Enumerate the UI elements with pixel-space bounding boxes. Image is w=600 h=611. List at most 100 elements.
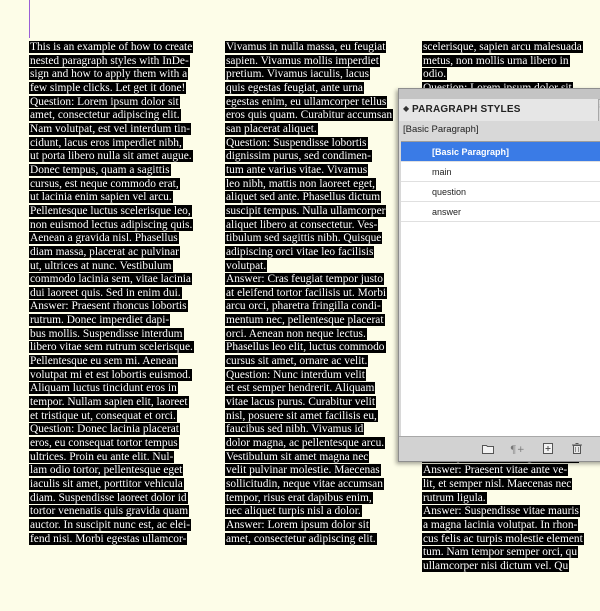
panel-collapse-icon[interactable]: ◆ <box>403 104 409 113</box>
delete-style-icon[interactable] <box>571 443 583 454</box>
text-line: Question: Nunc interdum velit <box>225 368 411 383</box>
text-line-content: arcu orci, pharetra fringilla condi- <box>225 300 382 313</box>
text-line-content: Phasellus leo elit, luctus commodo <box>225 341 386 354</box>
text-line-content: volutpat mi et est lobortis euismod. <box>29 368 192 381</box>
text-line-content: nested paragraph styles with InDe- <box>29 54 190 67</box>
text-line-content: lam odio tortor, pellentesque eget <box>29 464 184 477</box>
text-line-content: Nam volutpat, est vel interdum tin- <box>29 122 192 135</box>
text-line: orci. Aenean non neque lectus. <box>225 327 411 342</box>
text-line-content: diam. Suspendisse laoreet dolor id <box>29 491 188 504</box>
text-line-content: volutpat. <box>225 259 268 272</box>
text-line: Answer: Lorem ipsum dolor sit <box>225 518 411 533</box>
text-column-1[interactable]: This is an example of how to create neste… <box>29 41 215 611</box>
text-line-content: cursus, est neque commodo erat, <box>29 177 180 190</box>
text-line-content: cursus sit amet, ornare ac velit. <box>225 355 369 368</box>
text-line: arcu orci, pharetra fringilla condi- <box>225 300 411 314</box>
text-line: scelerisque, sapien arcu malesuada <box>422 41 600 55</box>
text-line-content: Aenean a gravida nisl. Phasellus <box>29 232 179 245</box>
text-line: dui laoreet quis. Sed in enim dui. <box>29 286 215 301</box>
text-line-content: san placerat aliquet. <box>225 122 318 135</box>
text-line: amet, consectetur adipiscing elit. <box>29 109 215 123</box>
create-new-style-icon[interactable] <box>542 443 554 454</box>
text-line-content: tempor, risus erat dapibus enim, <box>225 491 373 504</box>
text-line: cursus, est neque commodo erat, <box>29 177 215 192</box>
text-line-content: commodo lacinia sem, vitae lacinia <box>29 273 192 286</box>
text-line-content: ut lacinia enim sapien vel arcu. <box>29 191 173 204</box>
text-line-content: ut porta libero nulla sit amet augue. <box>29 150 193 163</box>
text-line-content: tibulum sed sagittis nibh. Quisque <box>225 232 383 245</box>
text-line: Question: Suspendisse lobortis <box>225 136 411 151</box>
text-column-2[interactable]: Vivamus in nulla massa, eu feugiat sapien… <box>225 41 411 611</box>
text-line: tortor venenatis quis gravida quam <box>29 505 215 519</box>
text-line-content: eros, eu consequat tortor tempus <box>29 437 179 450</box>
text-line-content: ultrices. Proin eu ante elit. Nul- <box>29 450 175 463</box>
new-style-group-icon[interactable] <box>482 443 494 454</box>
text-line-content: Answer: Praesent rhoncus lobortis <box>29 300 188 313</box>
text-line: volutpat. <box>225 259 411 274</box>
text-line: velit pulvinar molestie. Maecenas <box>225 464 411 478</box>
style-item-main[interactable]: main <box>401 162 600 182</box>
style-item-answer[interactable]: answer <box>401 202 600 222</box>
text-line: aliquet libero at consectetur. Ves- <box>225 218 411 233</box>
text-line: tum ante varius vitae. Vivamus <box>225 163 411 178</box>
text-line: et est semper hendrerit. Aliquam <box>225 382 411 396</box>
text-line: Pellentesque eu sem mi. Aenean <box>29 355 215 369</box>
text-line-content: faucibus sed nibh. Vivamus id <box>225 423 365 436</box>
text-line: Answer: Praesent vitae ante ve- <box>422 464 600 478</box>
text-line-content: leo nibh, mattis non laoreet eget, <box>225 177 376 190</box>
text-line-content: velit pulvinar molestie. Maecenas <box>225 464 381 477</box>
text-line: tibulum sed sagittis nibh. Quisque <box>225 232 411 246</box>
text-line: ut porta libero nulla sit amet augue. <box>29 150 215 164</box>
text-line: Aliquam luctus tincidunt eros in <box>29 382 215 396</box>
text-line: nisl, posuere sit amet facilisis eu, <box>225 409 411 424</box>
style-item-question[interactable]: question <box>401 182 600 202</box>
text-line: Vestibulum sit amet magna nec <box>225 450 411 465</box>
text-line-content: iaculis sit amet, porttitor vehicula <box>29 478 184 490</box>
text-line: sollicitudin, neque vitae accumsan <box>225 478 411 492</box>
text-line-content: Question: Donec lacinia placerat <box>29 423 180 436</box>
text-line: cidunt, lacus eros imperdiet nibh, <box>29 136 215 151</box>
text-line: nec aliquet turpis nisl a dolor. <box>225 505 411 519</box>
text-line: metus, non mollis urna libero in <box>422 54 600 69</box>
current-style-label: [Basic Paragraph] <box>403 124 479 135</box>
text-line-content: pretium. Vivamus iaculis, lacus <box>225 68 371 81</box>
text-line: commodo lacinia sem, vitae lacinia <box>29 273 215 287</box>
text-line: amet, consectetur adipiscing elit. <box>225 532 411 547</box>
text-line-content: sapien. Vivamus mollis imperdiet <box>225 54 380 67</box>
text-line: nested paragraph styles with InDe- <box>29 54 215 69</box>
text-line-content: fend nisi. Morbi egestas ullamcor- <box>29 532 188 545</box>
text-line: Pellentesque luctus scelerisque leo, <box>29 204 215 219</box>
text-line-content: bus mollis. Suspendisse interdum <box>29 327 184 340</box>
text-line-content: nisl, posuere sit amet facilisis eu, <box>225 409 378 422</box>
text-line: volutpat mi et est lobortis euismod. <box>29 368 215 383</box>
text-line: sign and how to apply them with a <box>29 68 215 82</box>
text-line-content: Pellentesque eu sem mi. Aenean <box>29 355 179 368</box>
text-line-content: Answer: Lorem ipsum dolor sit <box>225 518 371 531</box>
text-line: Question: Lorem ipsum dolor sit <box>29 95 215 110</box>
text-line-content: Answer: Suspendisse vitae mauris <box>422 505 580 518</box>
text-line-content: dui laoreet quis. Sed in enim dui. <box>29 286 182 299</box>
text-line: bus mollis. Suspendisse interdum <box>29 327 215 342</box>
text-line: diam massa, placerat ac pulvinar <box>29 245 215 260</box>
text-line-content: sollicitudin, neque vitae accumsan <box>225 478 384 490</box>
text-line: faucibus sed nibh. Vivamus id <box>225 423 411 437</box>
text-line-content: metus, non mollis urna libero in <box>422 54 570 67</box>
text-line-content: Answer: Praesent vitae ante ve- <box>422 464 569 477</box>
text-line: leo nibh, mattis non laoreet eget, <box>225 177 411 192</box>
text-line: few simple clicks. Let get it done! <box>29 81 215 96</box>
text-line: pretium. Vivamus iaculis, lacus <box>225 68 411 82</box>
text-line-content: et tristique ut, consequat et orci. <box>29 409 177 422</box>
text-line: dignissim purus, sed condimen- <box>225 150 411 164</box>
style-item-label: [Basic Paragraph] <box>432 147 510 157</box>
text-line-content: rutrum ligula. <box>422 491 487 504</box>
style-item-basic-paragraph[interactable]: [Basic Paragraph] <box>401 142 600 162</box>
text-line: ut lacinia enim sapien vel arcu. <box>29 191 215 205</box>
text-line-content: diam massa, placerat ac pulvinar <box>29 245 180 258</box>
clear-overrides-icon[interactable]: ¶ + <box>510 443 528 454</box>
text-line: fend nisi. Morbi egestas ullamcor- <box>29 532 215 547</box>
text-line: This is an example of how to create <box>29 41 215 55</box>
panel-tab[interactable]: ◆ PARAGRAPH STYLES <box>399 99 599 121</box>
text-line-content: orci. Aenean non neque lectus. <box>225 327 367 340</box>
text-line: ullamcorper nisi dictum vel. Qu <box>422 559 600 574</box>
text-line: cus felis ac turpis molestie element <box>422 532 600 547</box>
